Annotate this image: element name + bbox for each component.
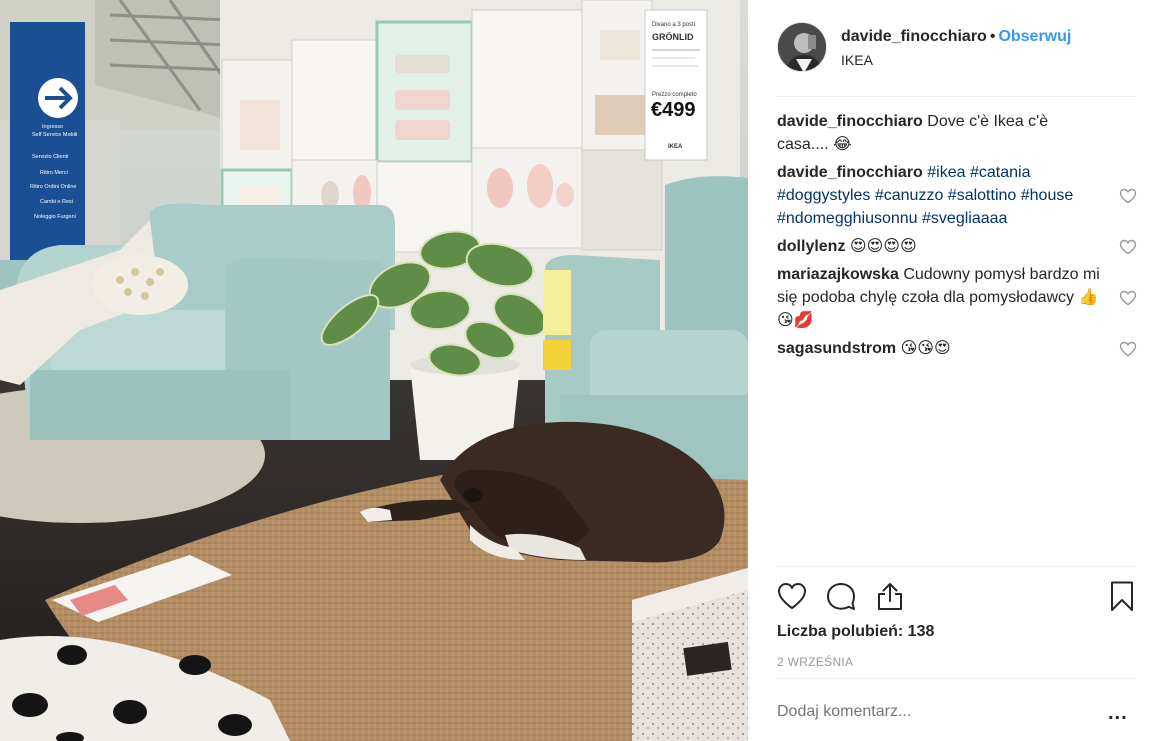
hashtag-link[interactable]: #svegliaaaa (922, 210, 1007, 227)
comment-text: 😍😍😍😍 (849, 238, 917, 255)
price-tag-title: Divano a 3 posti (652, 22, 695, 28)
heart-outline-icon[interactable] (1119, 239, 1137, 255)
hashtag-link[interactable]: #ikea (927, 164, 965, 181)
sign-line-4: Ritiro Merci (40, 170, 68, 176)
add-comment-input[interactable] (777, 703, 1077, 721)
likes-count[interactable]: Liczba polubień: 138 (777, 623, 934, 641)
share-icon[interactable] (874, 580, 906, 612)
sign-line-1: Ingresso (42, 124, 63, 130)
comment-username[interactable]: dollylenz (777, 238, 845, 255)
comment-bubble-icon[interactable] (825, 580, 857, 612)
post-date[interactable]: 2 WRZEŚNIA (777, 655, 853, 669)
hashtag-link[interactable]: #canuzzo (875, 187, 944, 204)
sign-line-6: Cambi e Resi (40, 199, 73, 205)
location-link[interactable]: IKEA (841, 52, 873, 68)
hashtag-link[interactable]: #catania (970, 164, 1031, 181)
price-tag-brand: IKEA (668, 144, 683, 150)
sign-line-5: Ritiro Ordini Online (30, 184, 76, 190)
heart-outline-icon[interactable] (1119, 188, 1137, 204)
comment-username[interactable]: davide_finocchiaro (777, 164, 923, 181)
author-username[interactable]: davide_finocchiaro (841, 28, 987, 45)
comment-username[interactable]: davide_finocchiaro (777, 113, 923, 130)
comment-username[interactable]: mariazajkowska (777, 266, 899, 283)
comments-list: davide_finocchiaro Dove c'è Ikea c'è cas… (777, 110, 1137, 365)
action-bar (776, 580, 1136, 614)
comment-username[interactable]: sagasundstrom (777, 340, 896, 357)
follow-button[interactable]: Obserwuj (998, 28, 1071, 45)
separator-dot: • (989, 28, 996, 45)
post-header: davide_finocchiaro • Obserwuj IKEA (777, 22, 1135, 74)
price-tag-subtitle: Prezzo completo (652, 92, 697, 98)
divider (776, 96, 1136, 97)
hashtag-link[interactable]: #ndomegghiusonnu (777, 210, 918, 227)
photo-scene: Ingresso Self Service Mobili Servizio Cl… (0, 0, 748, 741)
store-sign (10, 22, 85, 260)
header-line: davide_finocchiaro • Obserwuj (841, 28, 1071, 46)
comment-item: sagasundstrom 😘😘😍 (777, 337, 1137, 360)
avatar-photo (778, 23, 826, 71)
sign-line-7: Noleggio Furgoni (34, 214, 76, 220)
comment-item: davide_finocchiaro Dove c'è Ikea c'è cas… (777, 110, 1137, 156)
comment-item: mariazajkowska Cudowny pomysł bardzo mi … (777, 263, 1137, 332)
post-photo[interactable]: Ingresso Self Service Mobili Servizio Cl… (0, 0, 748, 741)
heart-icon[interactable] (776, 580, 808, 612)
post-side-panel: davide_finocchiaro • Obserwuj IKEA davide_… (748, 0, 1160, 741)
comment-text: 😘😘😍 (900, 340, 951, 357)
sign-line-3: Servizio Clienti (32, 154, 68, 160)
hashtag-link[interactable]: #house (1021, 187, 1074, 204)
divider (776, 678, 1136, 679)
sign-line-2: Self Service Mobili (32, 132, 77, 138)
avatar[interactable] (777, 22, 827, 72)
heart-outline-icon[interactable] (1119, 341, 1137, 357)
more-options-button[interactable]: ... (1108, 702, 1128, 725)
hashtag-link[interactable]: #salottino (948, 187, 1017, 204)
price-tag-price: €499 (651, 99, 696, 121)
comment-item: dollylenz 😍😍😍😍 (777, 235, 1137, 258)
hashtag-link[interactable]: #doggystyles (777, 187, 870, 204)
heart-outline-icon[interactable] (1119, 290, 1137, 306)
bookmark-icon[interactable] (1106, 580, 1138, 612)
price-tag: Divano a 3 posti GRÖNLID Prezzo completo… (644, 9, 708, 161)
divider (776, 566, 1136, 567)
comment-item: davide_finocchiaro #ikea #catania #doggy… (777, 161, 1137, 230)
price-tag-product: GRÖNLID (652, 32, 694, 42)
